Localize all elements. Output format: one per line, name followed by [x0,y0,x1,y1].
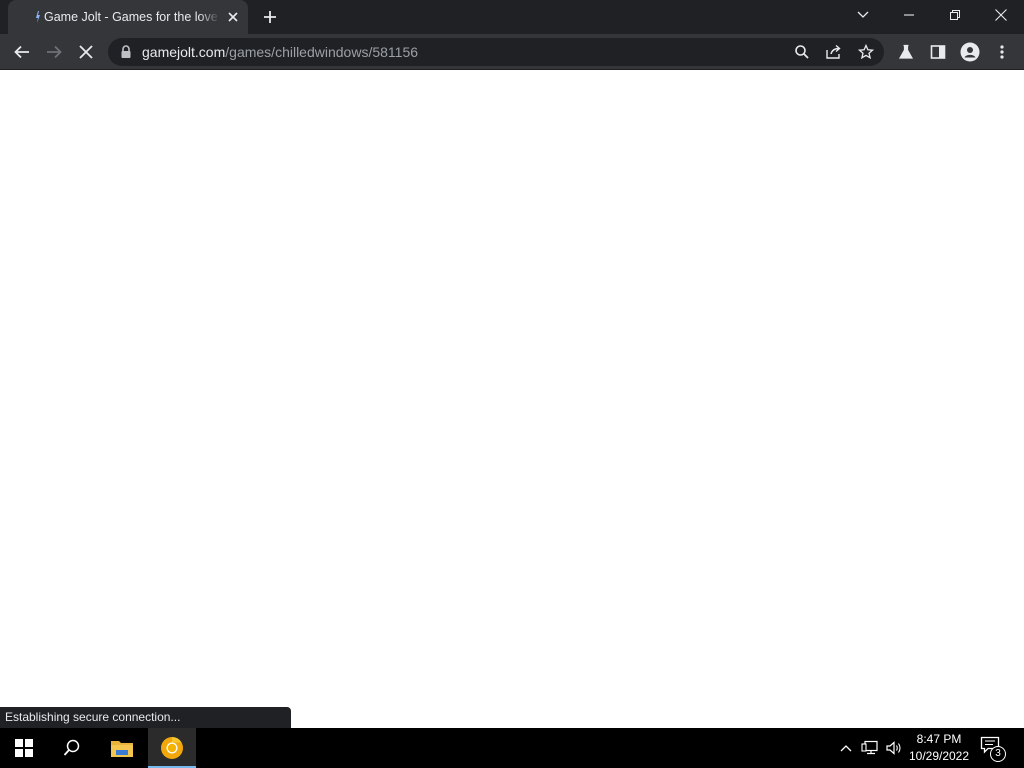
chrome-canary-icon [161,737,183,759]
forward-button[interactable] [40,38,68,66]
side-panel-icon[interactable] [924,38,952,66]
windows-taskbar: 8:47 PM 10/29/2022 3 [0,728,1024,768]
back-button[interactable] [8,38,36,66]
address-bar[interactable]: gamejolt.com/games/chilledwindows/581156 [108,38,884,66]
close-window-button[interactable] [978,0,1024,30]
show-hidden-icons-chevron-up-icon[interactable] [836,738,856,758]
browser-toolbar: gamejolt.com/games/chilledwindows/581156 [0,34,1024,70]
file-explorer-icon [111,741,133,757]
new-tab-button[interactable] [258,6,282,28]
tab-close-icon[interactable] [224,8,242,26]
notification-count-badge: 3 [990,746,1006,762]
windows-logo-icon [15,739,33,757]
tab-title: Game Jolt - Games for the love of [44,10,220,24]
profile-avatar-icon[interactable] [956,38,984,66]
page-content-area[interactable] [0,71,1024,728]
chrome-canary-taskbar-button[interactable] [148,728,196,768]
labs-flask-icon[interactable] [892,38,920,66]
volume-speaker-icon[interactable] [884,738,904,758]
game-jolt-favicon-icon [32,10,44,24]
browser-tab-active[interactable]: Game Jolt - Games for the love of [8,0,248,34]
menu-kebab-icon[interactable] [988,38,1016,66]
url-host: gamejolt.com [142,44,226,60]
search-zoom-icon[interactable] [792,42,812,62]
share-icon[interactable] [824,42,844,62]
url-text[interactable]: gamejolt.com/games/chilledwindows/581156 [142,44,418,60]
status-bubble: Establishing secure connection... [0,707,291,728]
minimize-window-button[interactable] [886,0,932,30]
bookmark-star-icon[interactable] [856,42,876,62]
network-icon[interactable] [860,738,880,758]
file-explorer-button[interactable] [98,728,146,768]
url-path: /games/chilledwindows/581156 [225,44,419,60]
clock-time: 8:47 PM [916,732,962,746]
restore-window-button[interactable] [932,0,978,30]
taskbar-clock[interactable]: 8:47 PM 10/29/2022 [902,731,976,765]
action-center-button[interactable]: 3 [980,736,1008,762]
browser-tab-strip: Game Jolt - Games for the love of [0,0,1024,34]
clock-date: 10/29/2022 [908,749,970,763]
lock-icon[interactable] [119,44,133,60]
taskbar-search-button[interactable] [48,728,96,768]
search-icon [63,739,80,756]
stop-loading-button[interactable] [72,38,100,66]
start-button[interactable] [0,728,48,768]
tab-search-chevron-down-icon[interactable] [840,0,886,30]
